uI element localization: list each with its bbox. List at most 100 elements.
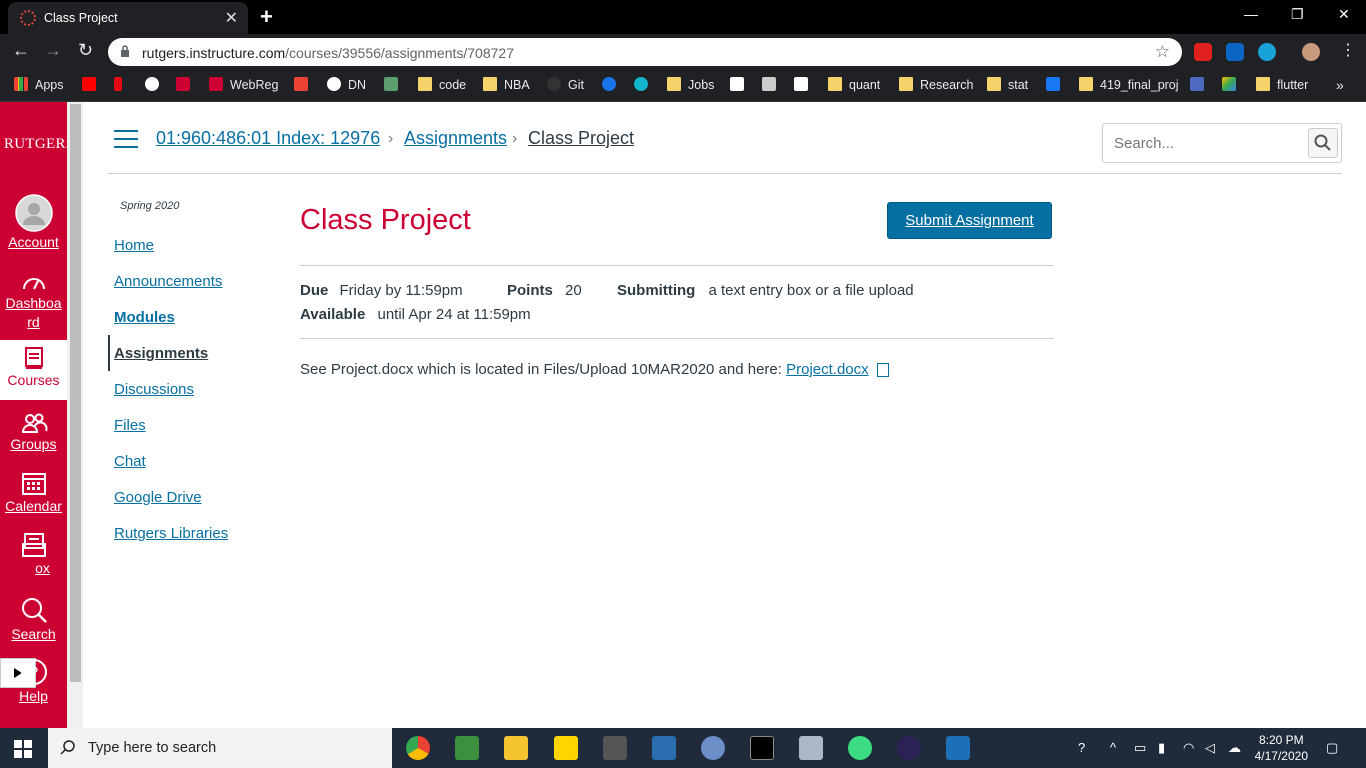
url-path: /courses/39556/assignments/708727	[285, 45, 514, 61]
upload-bookmark[interactable]	[602, 77, 623, 92]
description-text: See Project.docx which is located in Fil…	[300, 361, 787, 378]
z-bookmark[interactable]	[384, 77, 405, 92]
amazon-bookmark[interactable]	[730, 77, 751, 92]
profile-avatar[interactable]	[1302, 43, 1320, 61]
project-docx-link[interactable]: Project.docx	[786, 361, 869, 378]
bookmark-419-final-proj[interactable]: 419_final_proj	[1079, 77, 1179, 92]
bookmark-star-icon[interactable]: ☆	[1155, 42, 1170, 62]
lock-icon	[121, 45, 129, 57]
photos-app-icon[interactable]	[799, 736, 823, 760]
global-nav-inbox[interactable]: ox	[0, 532, 67, 576]
global-nav-calendar[interactable]: Calendar	[0, 470, 67, 514]
facebook-bookmark[interactable]	[1046, 77, 1067, 92]
eclipse-icon[interactable]	[897, 736, 921, 760]
chevron-up-icon[interactable]: ^	[1110, 740, 1116, 755]
menu-kebab-icon[interactable]: ⋮	[1340, 40, 1356, 60]
scrollbar-thumb[interactable]	[70, 104, 81, 682]
bookmark-stat[interactable]: stat	[987, 77, 1028, 92]
course-nav-discussions[interactable]: Discussions	[114, 381, 194, 398]
file-preview-icon[interactable]	[876, 363, 889, 377]
extension-icon[interactable]	[1194, 43, 1212, 61]
browser-tab[interactable]: Class Project ✕	[8, 2, 248, 34]
submit-assignment-button[interactable]: Submit Assignment	[887, 202, 1052, 239]
taskbar-clock[interactable]: 8:20 PM 4/17/2020	[1255, 732, 1308, 764]
bookmark-code[interactable]: code	[418, 77, 466, 92]
android-studio-icon[interactable]	[848, 736, 872, 760]
course-nav-home[interactable]: Home	[114, 237, 154, 254]
dashboard-gauge-icon	[22, 278, 45, 290]
more-bookmarks-icon[interactable]: »	[1336, 77, 1344, 93]
volume-icon[interactable]: ◁	[1205, 740, 1215, 756]
reload-icon[interactable]: ↻	[78, 40, 93, 61]
drive-bookmark[interactable]	[1222, 77, 1243, 92]
search-button[interactable]	[1308, 128, 1338, 158]
global-nav-help[interactable]: ? Help	[0, 658, 67, 704]
global-nav-courses[interactable]: Courses	[0, 340, 67, 400]
netflix-bookmark[interactable]	[114, 77, 129, 92]
new-tab-icon[interactable]: +	[260, 4, 273, 30]
course-nav-files[interactable]: Files	[114, 417, 146, 434]
course-nav-assignments[interactable]: Assignments	[114, 345, 208, 362]
r-app-icon[interactable]	[701, 736, 725, 760]
back-icon[interactable]: ←	[12, 40, 30, 61]
address-bar[interactable]: rutgers.instructure.com/courses/39556/as…	[108, 38, 1182, 66]
global-nav-groups[interactable]: Groups	[0, 412, 67, 452]
calculator-icon[interactable]	[603, 736, 627, 760]
rutgers-logo[interactable]: RUTGERS	[4, 136, 74, 153]
due-info: Due Friday by 11:59pm	[300, 282, 463, 299]
bookmark-apps[interactable]: Apps	[14, 77, 64, 92]
bookmark-git[interactable]: Git	[547, 77, 584, 92]
course-nav-chat[interactable]: Chat	[114, 453, 146, 470]
help-tray-icon[interactable]: ?	[1078, 740, 1085, 755]
youtube-bookmark[interactable]	[82, 77, 103, 92]
terminal-icon[interactable]	[750, 736, 774, 760]
gmail-bookmark[interactable]	[294, 77, 315, 92]
close-tab-icon[interactable]: ✕	[225, 8, 238, 28]
globe-bookmark[interactable]	[145, 77, 166, 92]
bookmark-jobs[interactable]: Jobs	[667, 77, 714, 92]
course-nav-rutgers-libraries[interactable]: Rutgers Libraries	[114, 525, 228, 542]
windows-start-icon[interactable]	[14, 740, 32, 758]
wifi-icon[interactable]: ◠	[1183, 740, 1194, 756]
linkedin-extension-icon[interactable]	[1226, 43, 1244, 61]
restore-icon[interactable]: ❐	[1291, 6, 1304, 23]
course-nav-google-drive[interactable]: Google Drive	[114, 489, 202, 506]
display-tray-icon[interactable]: ▭	[1134, 740, 1146, 756]
spreadsheet-app-icon[interactable]	[455, 736, 479, 760]
taskbar-search-box[interactable]: Type here to search	[48, 728, 392, 768]
play-bookmark[interactable]	[634, 77, 655, 92]
global-nav-account[interactable]: Account	[0, 194, 67, 250]
square-bookmark[interactable]	[794, 77, 815, 92]
breadcrumb-course[interactable]: 01:960:486:01 Index: 12976	[156, 128, 380, 149]
due-value: Friday by 11:59pm	[339, 282, 463, 299]
bookmark-nba[interactable]: NBA	[483, 77, 530, 92]
bookmark-flutter[interactable]: flutter	[1256, 77, 1308, 92]
course-search-input[interactable]	[1104, 125, 1304, 161]
breadcrumb-current[interactable]: Class Project	[528, 128, 634, 149]
virtualbox-icon[interactable]	[946, 736, 970, 760]
remote-desktop-icon[interactable]	[652, 736, 676, 760]
bookmark-webreg[interactable]: WebReg	[209, 77, 278, 92]
minimize-icon[interactable]: —	[1244, 6, 1258, 22]
notifications-icon[interactable]: ▢	[1326, 740, 1338, 756]
bookmark-quant[interactable]: quant	[828, 77, 880, 92]
global-nav-search[interactable]: Search	[0, 596, 67, 642]
chrome-taskbar-icon[interactable]	[406, 736, 430, 760]
bookmark-research[interactable]: Research	[899, 77, 974, 92]
forward-icon[interactable]: →	[44, 40, 62, 61]
image-bookmark[interactable]	[762, 77, 783, 92]
battery-icon[interactable]: ▮	[1158, 740, 1165, 756]
breadcrumb-assignments[interactable]: Assignments	[404, 128, 507, 149]
onedrive-icon[interactable]: ☁	[1228, 740, 1241, 756]
sticky-notes-icon[interactable]	[554, 736, 578, 760]
course-nav-announcements[interactable]: Announcements	[114, 273, 222, 290]
bookmark-dn[interactable]: DN	[327, 77, 366, 92]
stack-bookmark[interactable]	[1190, 77, 1211, 92]
close-window-icon[interactable]: ✕	[1338, 6, 1350, 23]
rutgers-shield-bookmark[interactable]	[176, 77, 197, 92]
sync-extension-icon[interactable]	[1258, 43, 1276, 61]
course-menu-toggle-icon[interactable]	[114, 130, 138, 148]
global-nav-dashboard[interactable]: Dashboa rd	[0, 272, 67, 332]
file-explorer-icon[interactable]	[504, 736, 528, 760]
course-nav-modules[interactable]: Modules	[114, 309, 175, 326]
